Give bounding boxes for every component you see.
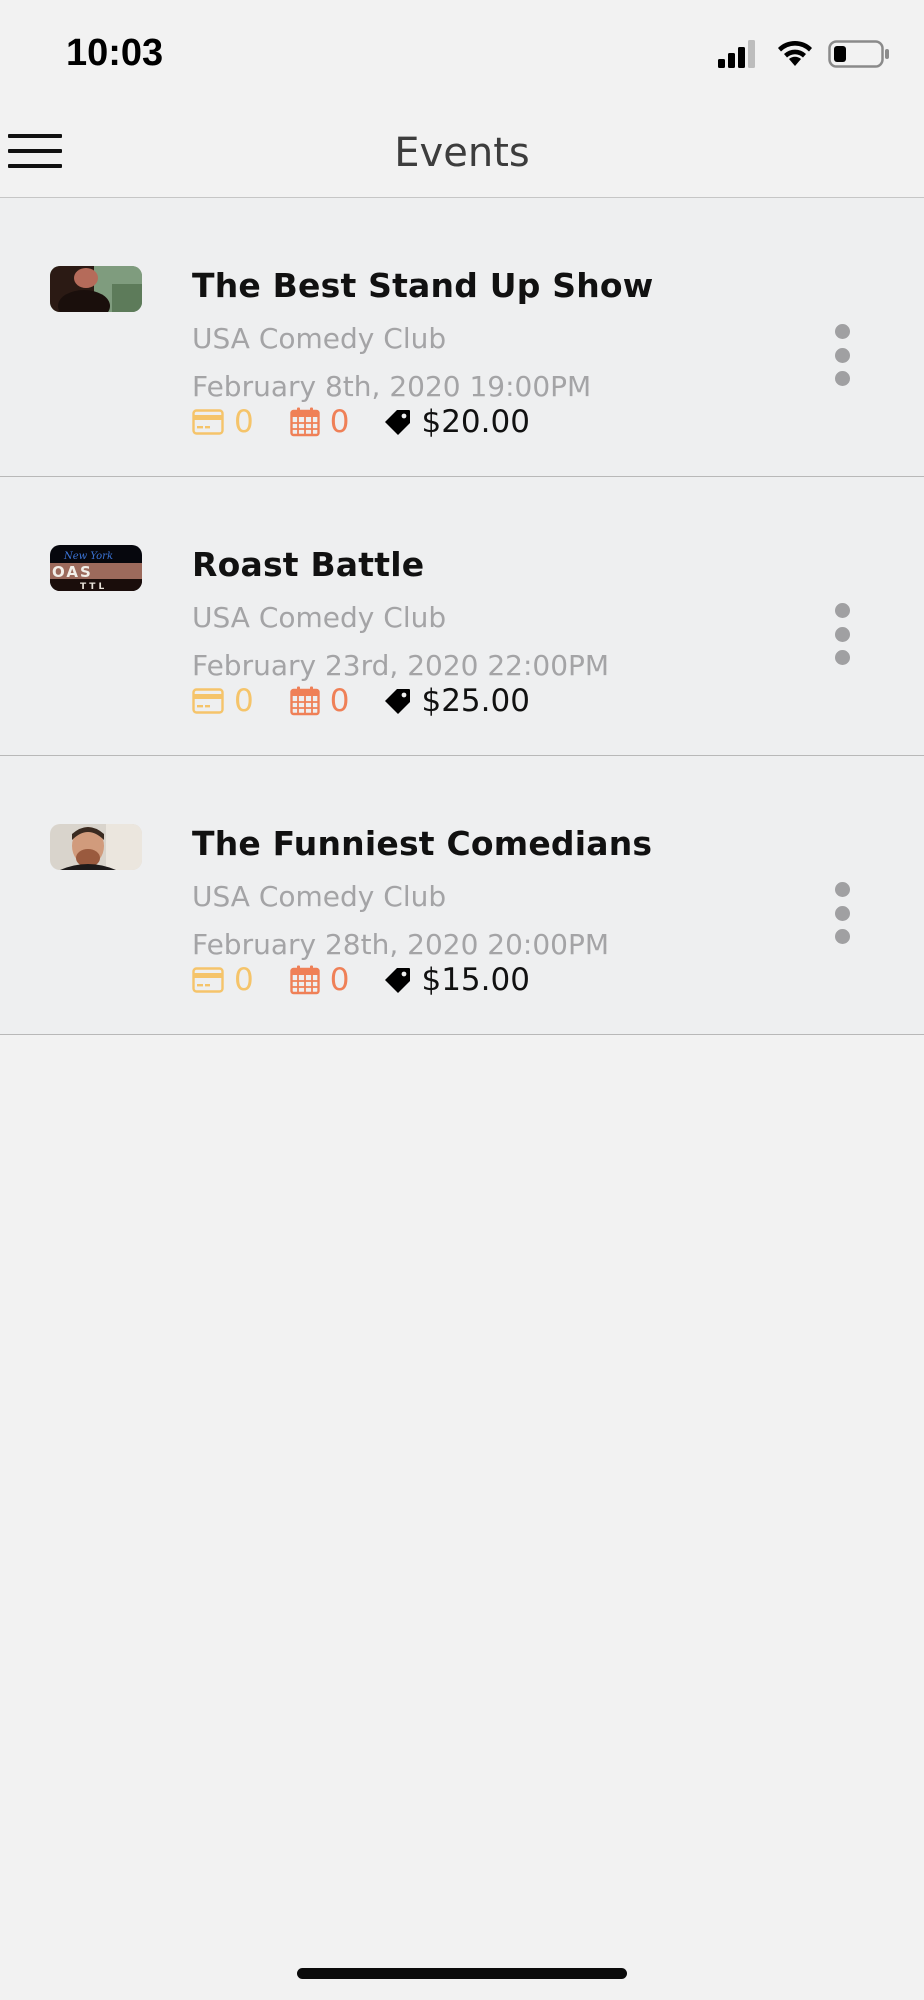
nav-bar: Events	[0, 110, 924, 198]
calendar-icon	[290, 686, 320, 716]
bookings-stat: 0	[290, 962, 350, 998]
event-price: $25.00	[421, 683, 530, 719]
tickets-sold-stat: 0	[192, 962, 254, 998]
card-count: 0	[234, 404, 254, 440]
event-venue: USA Comedy Club	[192, 322, 447, 355]
credit-card-icon	[192, 409, 224, 435]
bookings-stat: 0	[290, 683, 350, 719]
more-options-icon[interactable]	[830, 603, 854, 665]
event-thumbnail: New York OAS T T L	[50, 545, 142, 591]
svg-text:OAS: OAS	[52, 563, 93, 581]
status-icons	[718, 40, 890, 68]
thumbnail-text: New York	[63, 551, 113, 562]
card-count: 0	[234, 683, 254, 719]
event-venue: USA Comedy Club	[192, 601, 447, 634]
event-title: Roast Battle	[192, 545, 425, 584]
tickets-sold-stat: 0	[192, 404, 254, 440]
calendar-count: 0	[329, 683, 350, 719]
status-time: 10:03	[66, 32, 164, 74]
event-title: The Funniest Comedians	[192, 824, 653, 863]
event-date: February 23rd, 2020 22:00PM	[192, 649, 610, 682]
svg-text:T T L: T T L	[80, 582, 105, 591]
price-tag-icon	[385, 968, 411, 993]
tickets-sold-stat: 0	[192, 683, 254, 719]
credit-card-icon	[192, 967, 224, 993]
event-stats: 0 0 $25.00	[192, 683, 566, 719]
price-tag-icon	[385, 689, 411, 714]
event-price: $20.00	[421, 404, 530, 440]
price-stat: $15.00	[385, 962, 530, 998]
event-title: The Best Stand Up Show	[192, 266, 654, 305]
signal-icon	[718, 40, 755, 68]
event-thumbnail	[50, 266, 142, 312]
price-stat: $20.00	[385, 404, 530, 440]
status-bar: 10:03	[0, 0, 924, 110]
credit-card-icon	[192, 688, 224, 714]
more-options-icon[interactable]	[830, 324, 854, 386]
home-indicator[interactable]	[297, 1968, 627, 1979]
calendar-count: 0	[329, 962, 350, 998]
event-date: February 8th, 2020 19:00PM	[192, 370, 592, 403]
calendar-count: 0	[329, 404, 350, 440]
card-count: 0	[234, 962, 254, 998]
event-row[interactable]: New York OAS T T L Roast Battle USA Come…	[0, 477, 924, 756]
event-stats: 0 0 $20.00	[192, 404, 566, 440]
event-venue: USA Comedy Club	[192, 880, 447, 913]
page-title: Events	[394, 130, 530, 176]
event-stats: 0 0 $15.00	[192, 962, 566, 998]
more-options-icon[interactable]	[830, 882, 854, 944]
event-date: February 28th, 2020 20:00PM	[192, 928, 610, 961]
battery-icon	[828, 40, 889, 68]
wifi-icon	[778, 40, 812, 66]
event-list: The Best Stand Up Show USA Comedy Club F…	[0, 198, 924, 1035]
calendar-icon	[290, 965, 320, 995]
price-tag-icon	[385, 410, 411, 435]
event-row[interactable]: The Best Stand Up Show USA Comedy Club F…	[0, 198, 924, 477]
event-row[interactable]: The Funniest Comedians USA Comedy Club F…	[0, 756, 924, 1035]
price-stat: $25.00	[385, 683, 530, 719]
bookings-stat: 0	[290, 404, 350, 440]
event-thumbnail	[50, 824, 142, 870]
calendar-icon	[290, 407, 320, 437]
event-price: $15.00	[421, 962, 530, 998]
